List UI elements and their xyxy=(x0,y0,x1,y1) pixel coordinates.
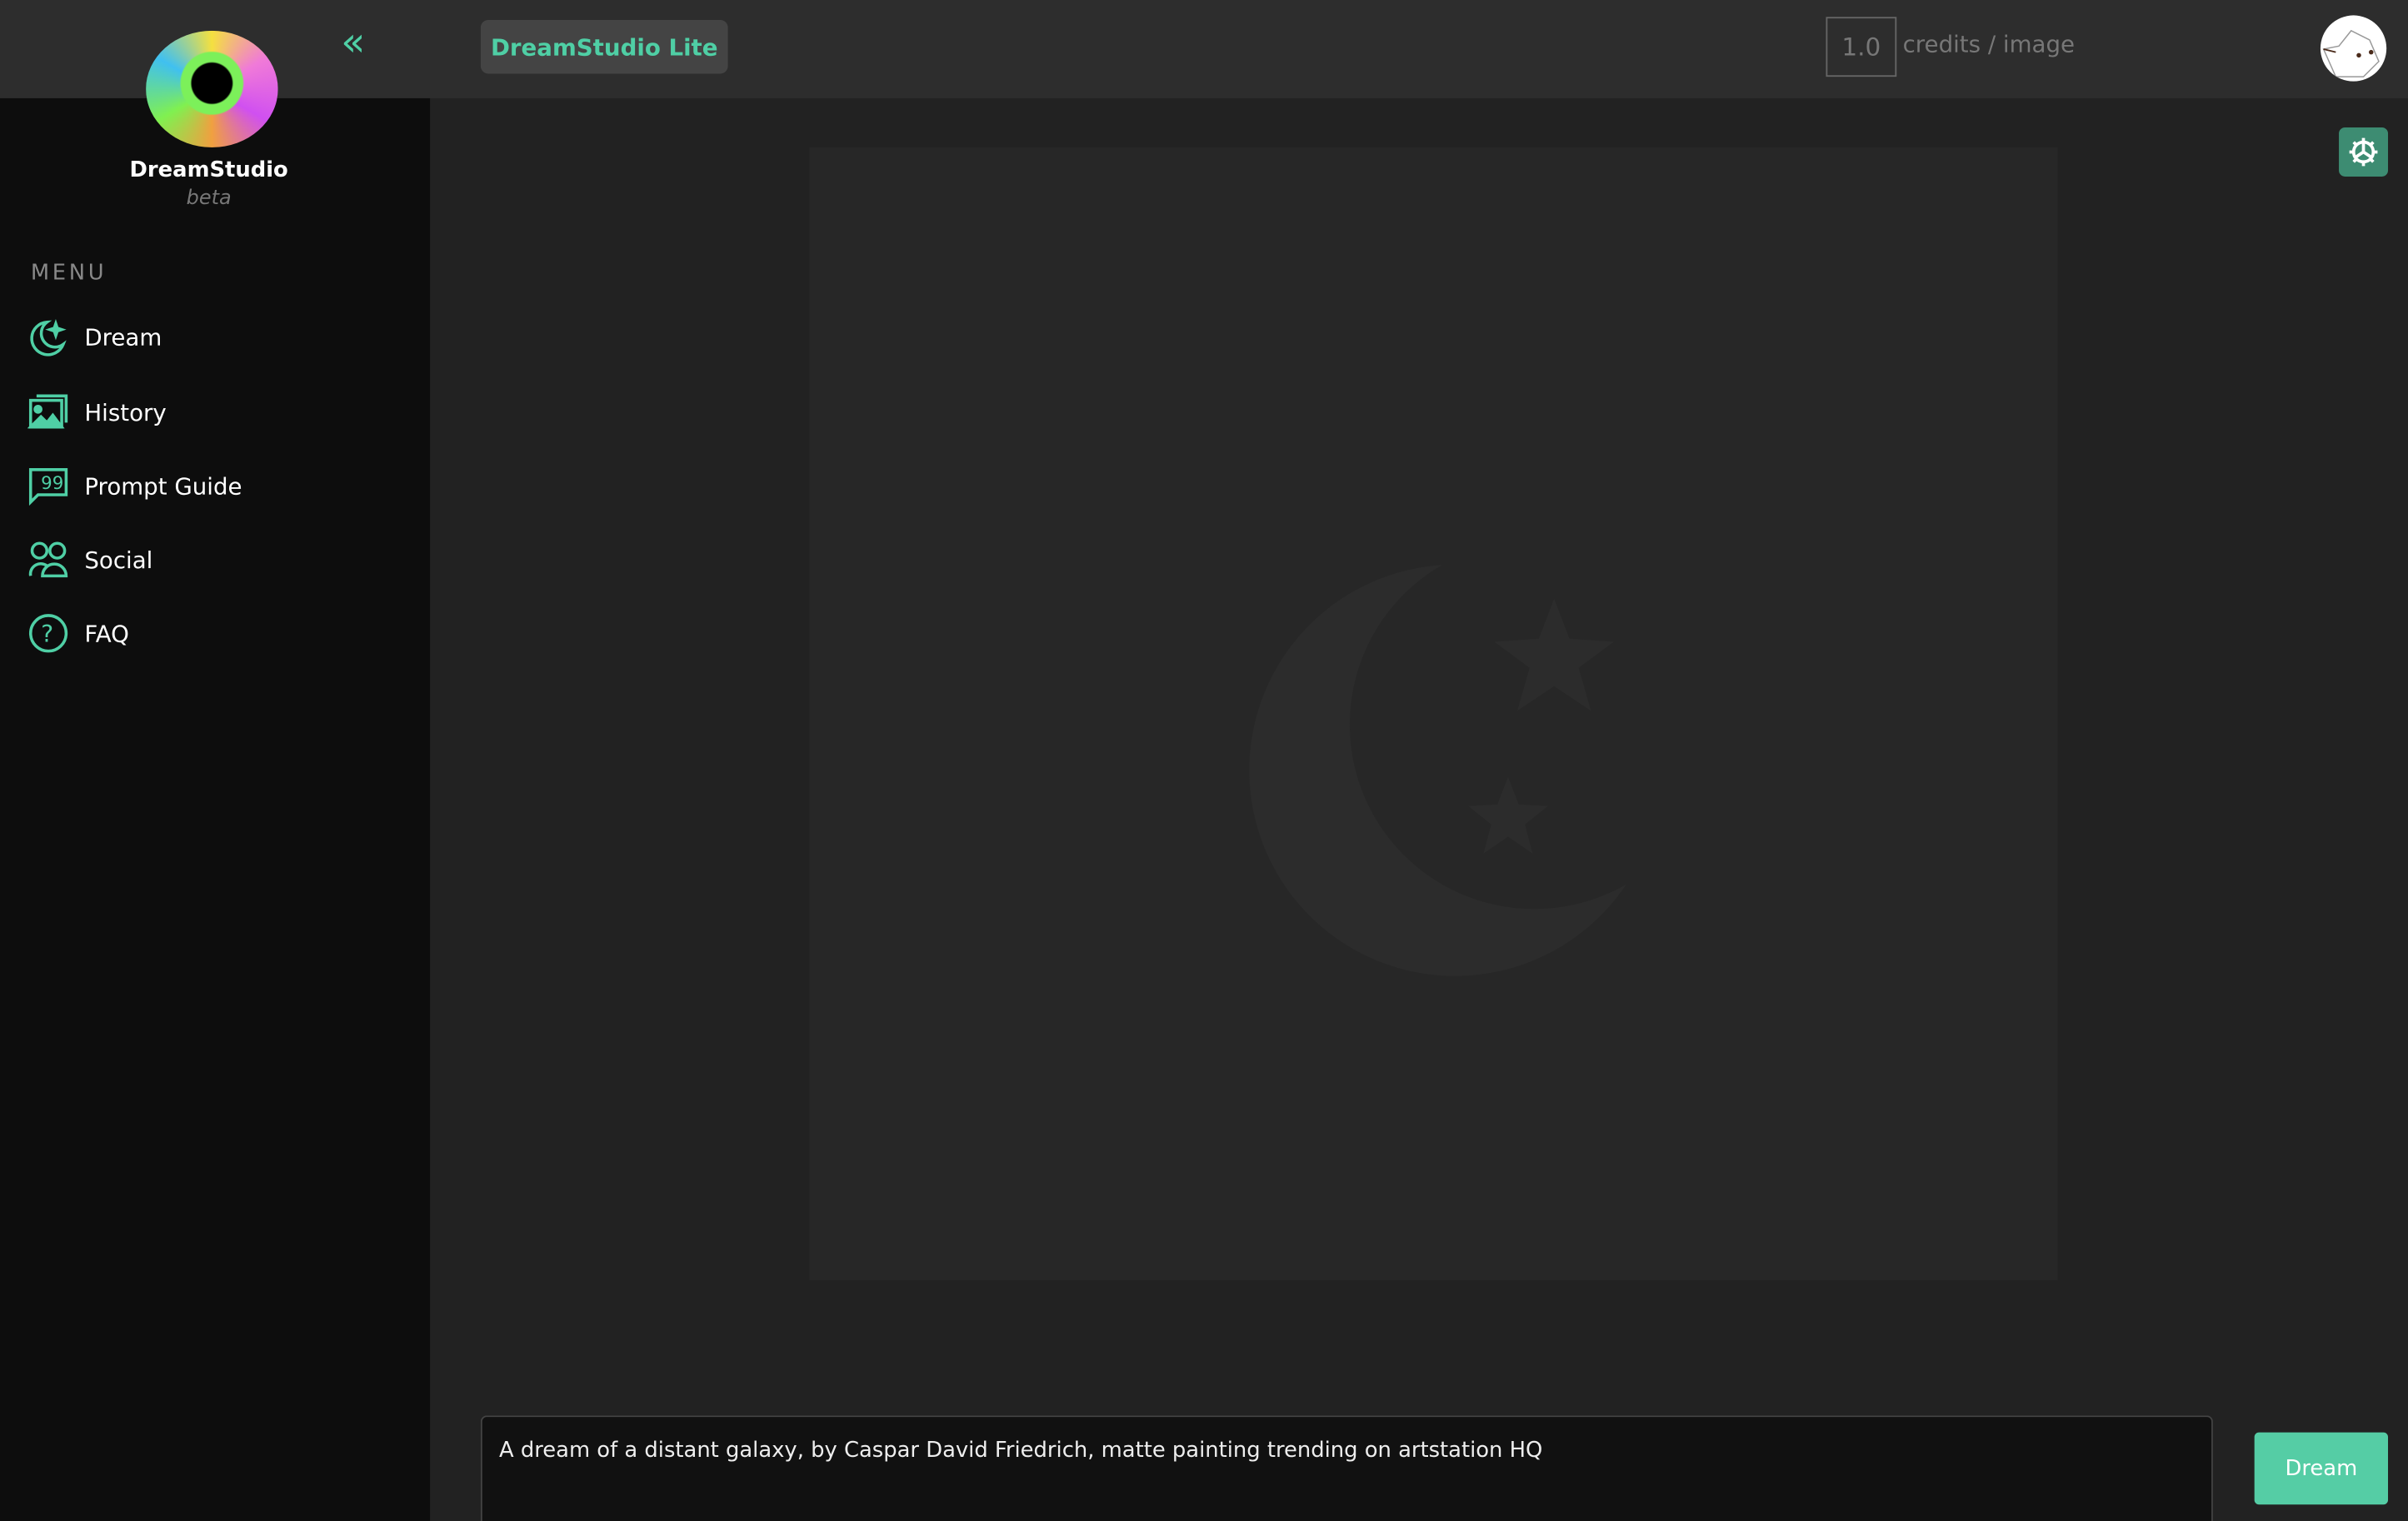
sidebar-item-label: Prompt Guide xyxy=(84,471,242,500)
sidebar-item-social[interactable]: Social xyxy=(27,539,152,581)
app: DreamStudio beta « MENU Dream History 99… xyxy=(0,0,2408,1521)
sidebar-item-prompt-guide[interactable]: 99 Prompt Guide xyxy=(27,465,242,506)
sidebar xyxy=(0,97,431,1521)
menu-label: MENU xyxy=(30,261,107,286)
avatar[interactable] xyxy=(2320,15,2387,82)
dream-button[interactable]: Dream xyxy=(2254,1432,2389,1505)
users-icon xyxy=(28,541,68,578)
brand-name: DreamStudio xyxy=(129,157,288,183)
svg-text:99: 99 xyxy=(41,473,63,494)
collapse-sidebar-icon[interactable]: « xyxy=(341,22,365,65)
sidebar-item-history[interactable]: History xyxy=(27,391,167,433)
credits-label: credits / image xyxy=(1902,30,2076,59)
credits-value: 1.0 xyxy=(1826,17,1897,77)
sidebar-item-label: FAQ xyxy=(84,619,129,647)
sidebar-item-faq[interactable]: ? FAQ xyxy=(27,612,129,654)
moon-star-placeholder-icon xyxy=(1249,565,1626,976)
sidebar-item-label: Dream xyxy=(84,322,162,352)
dreamstudio-logo xyxy=(146,30,278,147)
svg-text:?: ? xyxy=(41,621,53,648)
settings-button[interactable] xyxy=(2339,127,2389,177)
moon-stars-icon xyxy=(30,318,67,357)
image-canvas xyxy=(809,147,2058,1281)
sidebar-item-label: History xyxy=(84,398,167,426)
product-badge[interactable]: DreamStudio Lite xyxy=(480,19,728,74)
gear-icon xyxy=(2349,137,2378,167)
quote-chat-icon: 99 xyxy=(28,468,68,506)
avatar-image xyxy=(2322,29,2380,77)
question-circle-icon: ? xyxy=(28,614,68,653)
brand-tag: beta xyxy=(186,187,232,211)
prompt-input[interactable]: A dream of a distant galaxy, by Caspar D… xyxy=(480,1415,2213,1521)
images-icon xyxy=(27,394,68,429)
sidebar-item-dream[interactable]: Dream xyxy=(27,317,162,358)
sidebar-item-label: Social xyxy=(84,546,153,574)
